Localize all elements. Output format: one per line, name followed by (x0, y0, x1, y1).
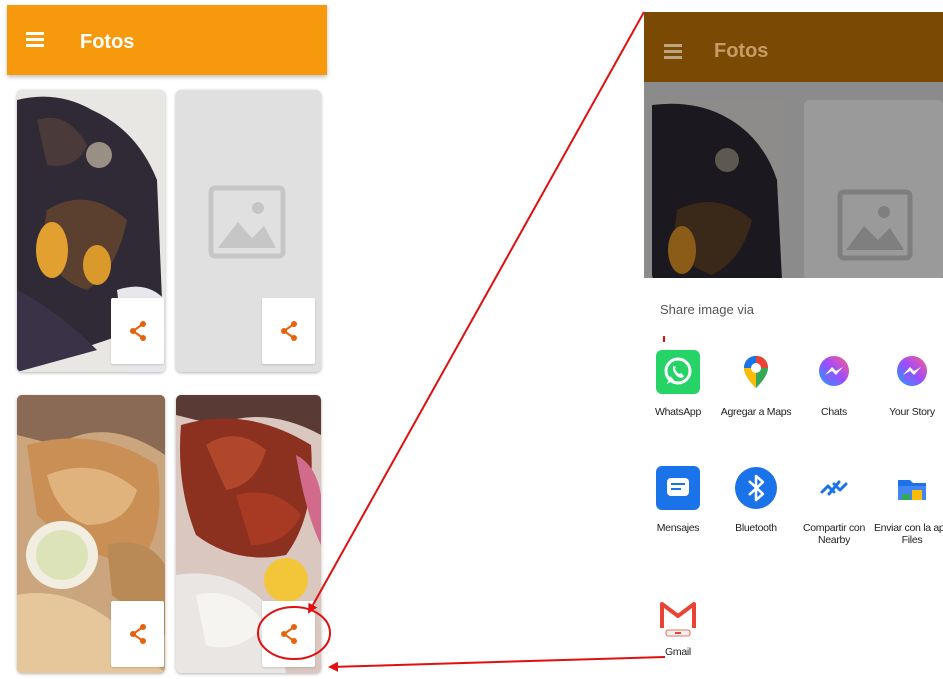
photo-card[interactable] (176, 395, 321, 673)
bluetooth-icon (734, 466, 778, 510)
gmail-icon (656, 594, 700, 638)
dimmed-placeholder-card (804, 100, 943, 280)
share-target-mensajes[interactable]: Mensajes (644, 466, 718, 534)
maps-pin-icon (734, 350, 778, 394)
share-target-gmail[interactable]: Gmail (644, 594, 718, 658)
share-target-files[interactable]: Enviar con la app Files (872, 466, 943, 546)
messenger-icon (890, 350, 934, 394)
share-icon (281, 624, 297, 644)
share-target-whatsapp[interactable]: WhatsApp (644, 350, 718, 418)
share-target-bluetooth[interactable]: Bluetooth (716, 466, 796, 534)
app-title: Fotos (80, 31, 135, 53)
share-sheet: Share image via WhatsApp Agregar a Maps … (644, 278, 943, 679)
photo-card[interactable] (17, 90, 165, 372)
share-icon (130, 321, 146, 341)
photo-card[interactable] (17, 395, 165, 673)
share-target-nearby[interactable]: Compartir con Nearby (794, 466, 874, 546)
photo-card[interactable] (176, 90, 321, 372)
image-placeholder-icon (804, 100, 943, 280)
annotation-arrow (328, 656, 666, 672)
app-bar: Fotos (7, 5, 327, 75)
whatsapp-icon (656, 350, 700, 394)
annotation-arrow (308, 11, 645, 614)
share-button[interactable] (111, 298, 164, 364)
share-icon (281, 321, 297, 341)
dimmed-app-bar: Fotos (644, 12, 943, 82)
messages-icon (656, 466, 700, 510)
dimmed-app-title: Fotos (714, 40, 769, 62)
share-target-maps[interactable]: Agregar a Maps (716, 350, 796, 418)
hamburger-menu-icon (664, 44, 682, 59)
right-phone-screen: Fotos Share image via WhatsApp Agregar a… (644, 12, 943, 679)
left-phone-screen: Fotos (7, 5, 327, 679)
share-sheet-title: Share image via (660, 302, 754, 317)
dimmed-photo-card (652, 100, 784, 280)
share-icon (130, 624, 146, 644)
messenger-icon (812, 350, 856, 394)
share-button[interactable] (262, 601, 315, 667)
share-button[interactable] (262, 298, 315, 364)
food-photo (652, 100, 784, 280)
nearby-icon (812, 466, 856, 510)
share-target-your-story[interactable]: Your Story (872, 350, 943, 418)
share-button[interactable] (111, 601, 164, 667)
dimmed-photo-grid (644, 82, 943, 280)
share-target-chats[interactable]: Chats (794, 350, 874, 418)
files-icon (890, 466, 934, 510)
hamburger-menu-icon[interactable] (26, 32, 44, 47)
